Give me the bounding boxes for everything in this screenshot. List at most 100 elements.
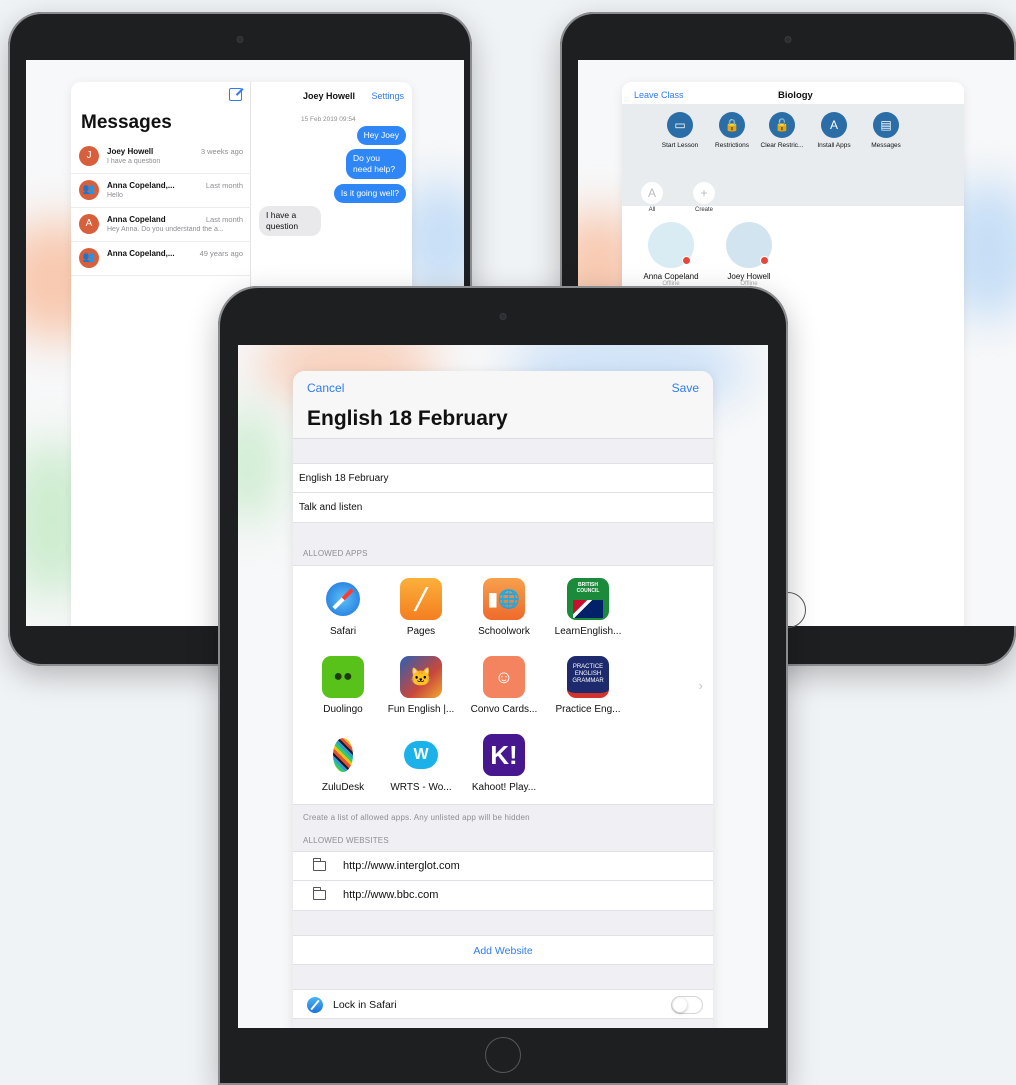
practice-english-icon: PRACTICE ENGLISH GRAMMAR [567,656,609,698]
chat-contact-name: Joey Howell [303,91,356,101]
website-row[interactable]: http://www.bbc.com [293,881,713,911]
kahoot-icon: K! [483,734,525,776]
tool-label: Install Apps [817,142,851,149]
home-button [485,1037,521,1073]
lock-in-safari-label: Lock in Safari [333,999,397,1011]
tool-label: Clear Restric... [760,142,804,149]
app-tile-fun-english[interactable]: 🐱 Fun English |... [381,656,461,715]
class-header: Leave Class Biology [622,82,964,104]
cancel-button[interactable]: Cancel [307,381,344,395]
message-icon: ▤ [873,112,899,138]
chevron-right-icon[interactable]: › [699,678,703,693]
filter-label: Create [694,207,713,213]
apps-footer-note: Create a list of allowed apps. Any unlis… [303,813,530,822]
lesson-description-field[interactable]: Talk and listen [293,493,713,523]
conversation-item[interactable]: J Joey Howell 3 weeks ago I have a quest… [71,140,251,174]
tool-label: Messages [871,142,901,149]
website-url: http://www.interglot.com [343,860,460,872]
settings-button[interactable]: Settings [371,91,404,101]
app-store-icon: A [821,112,847,138]
compass-needle [332,588,354,610]
save-button[interactable]: Save [672,381,699,395]
app-tile-safari[interactable]: Safari [303,578,383,637]
filter-icon: A [641,182,663,204]
app-tile-practice-english[interactable]: PRACTICE ENGLISH GRAMMAR Practice Eng... [548,656,628,715]
british-council-text: BRITISH COUNCIL [576,582,600,594]
message-bubble-outgoing: Hey Joey [356,126,406,145]
lock-icon: 🔒 [719,112,745,138]
lock-in-safari-toggle[interactable] [671,996,703,1014]
screen-icon: ▭ [667,112,693,138]
student-avatar [648,222,694,268]
app-name: Fun English |... [387,704,455,715]
website-url: http://www.bbc.com [343,889,439,901]
allowed-apps-label: ALLOWED APPS [303,549,368,558]
ipad-lesson-editor: Cancel Save English 18 February English … [218,286,788,1085]
app-name: Duolingo [323,704,363,715]
wrts-cloud: W [404,741,438,769]
lesson-sheet: Cancel Save English 18 February English … [293,371,713,1028]
conversation-item[interactable]: A Anna Copeland Last month Hey Anna. Do … [71,208,251,242]
schoolwork-icon: ▮🌐 [483,578,525,620]
app-tile-wrts[interactable]: W WRTS - Wo... [381,734,461,793]
filter-all[interactable]: A All [632,182,672,213]
allowed-apps-grid: Safari ╱ Pages ▮🌐 Schoolwork BRITISH COU… [293,565,713,805]
chat-date: 15 Feb 2019 09:54 [301,116,356,123]
app-tile-kahoot[interactable]: K! Kahoot! Play... [464,734,544,793]
website-row[interactable]: http://www.interglot.com [293,851,713,881]
avatar: J [79,146,99,166]
folder-icon [313,887,326,900]
leave-class-button[interactable]: Leave Class [634,90,684,100]
conversation-name: Anna Copeland,... [107,249,175,258]
app-tile-zuludesk[interactable]: ZuluDesk [303,734,383,793]
conversation-item[interactable]: 👥 Anna Copeland,... Last month Hello [71,174,251,208]
sheet-header: Cancel Save English 18 February [293,371,713,439]
app-name: Kahoot! Play... [471,782,537,793]
app-tile-pages[interactable]: ╱ Pages [381,578,461,637]
conversation-item[interactable]: 👥 Anna Copeland,... 49 years ago [71,242,251,276]
offline-indicator [682,256,691,265]
add-website-label: Add Website [473,945,533,957]
filter-create[interactable]: + Create [684,182,724,213]
camera [499,313,507,320]
student-card[interactable]: Joey Howell Offline [714,222,784,287]
app-name: Practice Eng... [555,704,621,715]
add-website-button[interactable]: Add Website [293,935,713,965]
group-avatar-icon: 👥 [79,248,99,268]
clear-restrictions-button[interactable]: 🔓 Clear Restric... [754,112,810,149]
lesson-description-value: Talk and listen [299,502,363,513]
app-tile-learnenglish[interactable]: BRITISH COUNCIL LearnEnglish... [548,578,628,637]
camera [784,36,792,43]
fun-english-icon: 🐱 [400,656,442,698]
start-lesson-button[interactable]: ▭ Start Lesson [652,112,708,149]
conversation-name: Joey Howell [107,147,154,156]
app-tile-convo-cards[interactable]: ☺ Convo Cards... [464,656,544,715]
plus-icon: + [693,182,715,204]
app-name: LearnEnglish... [554,626,622,637]
student-card[interactable]: Anna Copeland Offline [636,222,706,287]
unlock-icon: 🔓 [769,112,795,138]
messages-button[interactable]: ▤ Messages [858,112,914,149]
compose-icon[interactable] [229,88,242,101]
group-avatar-icon: 👥 [79,180,99,200]
tool-label: Restrictions [715,142,749,149]
folder-icon [313,858,326,871]
tool-label: Start Lesson [661,142,699,149]
student-avatar [726,222,772,268]
learnenglish-icon: BRITISH COUNCIL [567,578,609,620]
conversation-time: 49 years ago [199,249,243,258]
lesson-name-field[interactable]: English 18 February [293,463,713,493]
message-bubble-outgoing: Do you need help? [346,149,406,179]
restrictions-button[interactable]: 🔒 Restrictions [704,112,760,149]
message-bubble-incoming: I have a question [259,206,321,236]
class-title: Biology [778,90,813,101]
app-tile-duolingo[interactable]: ●● Duolingo [303,656,383,715]
student-name: Joey Howell [727,272,771,281]
app-tile-schoolwork[interactable]: ▮🌐 Schoolwork [464,578,544,637]
allowed-websites-label: ALLOWED WEBSITES [303,836,389,845]
conversation-time: 3 weeks ago [200,147,243,156]
avatar: A [79,214,99,234]
install-apps-button[interactable]: A Install Apps [806,112,862,149]
filter-label: All [648,207,656,213]
page-title: Messages [81,112,172,133]
